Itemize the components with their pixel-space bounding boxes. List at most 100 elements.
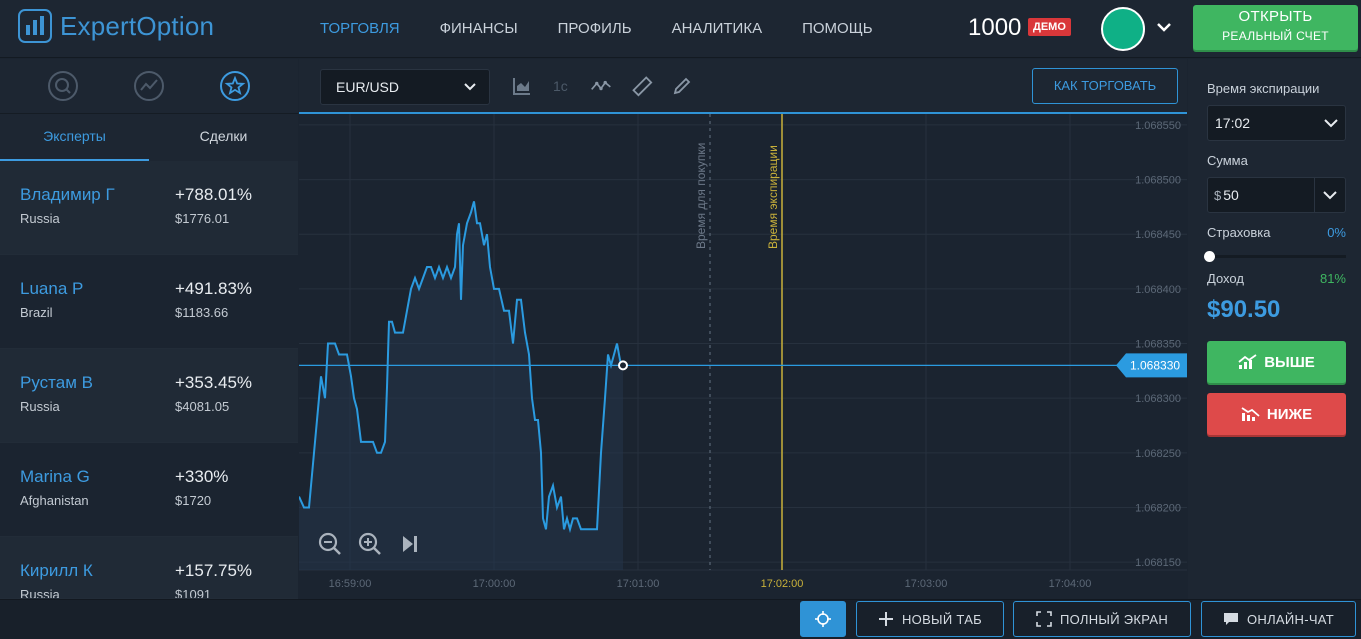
- skip-to-end-icon[interactable]: [397, 531, 423, 557]
- bottom-bar: НОВЫЙ ТАБ ПОЛНЫЙ ЭКРАН ОНЛАЙН-ЧАТ: [0, 599, 1361, 639]
- amount-dropdown[interactable]: [1315, 177, 1346, 213]
- online-chat-button[interactable]: ОНЛАЙН-ЧАТ: [1201, 601, 1356, 637]
- trend-down-icon: [1241, 407, 1260, 421]
- open-real-account-button[interactable]: ОТКРЫТЬ РЕАЛЬНЫЙ СЧЕТ: [1193, 5, 1358, 50]
- expert-percent: +330%: [175, 467, 229, 486]
- logo-icon: [18, 9, 52, 43]
- price-area: [299, 201, 623, 570]
- period-selector[interactable]: 1c: [553, 78, 568, 94]
- price-tick-label: 1.068250: [1135, 448, 1181, 460]
- expert-amount: $1776.01: [175, 211, 230, 226]
- nav-item-analytics[interactable]: АНАЛИТИКА: [652, 0, 782, 58]
- avatar[interactable]: [1101, 7, 1145, 51]
- time-tick-label: 17:04:00: [1049, 578, 1092, 590]
- current-price-value: 1.068330: [1130, 358, 1180, 372]
- fullscreen-label: ПОЛНЫЙ ЭКРАН: [1059, 611, 1169, 627]
- expert-percent: +788.01%: [175, 185, 253, 204]
- amount-input[interactable]: $50: [1207, 177, 1315, 213]
- expert-percent: +491.83%: [175, 279, 253, 298]
- nav-item-help[interactable]: ПОМОЩЬ: [782, 0, 893, 58]
- chart-area: EUR/USD 1c КАК ТОРГОВАТЬ Время для покуп…: [299, 59, 1187, 599]
- time-tick-label: 17:03:00: [905, 578, 948, 590]
- ruler-icon[interactable]: [631, 75, 653, 97]
- insurance-slider-track[interactable]: [1209, 255, 1346, 258]
- time-tick-label: 17:02:00: [761, 578, 804, 590]
- plus-icon: [878, 612, 893, 626]
- main-nav: ТОРГОВЛЯ ФИНАНСЫ ПРОФИЛЬ АНАЛИТИКА ПОМОЩ…: [300, 0, 893, 58]
- sidebar-icon-bar: [0, 59, 298, 114]
- price-axis-labels: 1.068550 1.068500 1.068450 1.068400 1.068350…: [1135, 120, 1181, 569]
- expert-percent: +353.45%: [175, 373, 253, 392]
- expert-name: Рустам В: [20, 373, 93, 392]
- logo[interactable]: ExpertOption: [18, 9, 214, 43]
- tab-deals[interactable]: Сделки: [149, 114, 298, 161]
- time-tick-label: 17:01:00: [617, 578, 660, 590]
- pencil-icon[interactable]: [671, 75, 693, 97]
- how-to-trade-button[interactable]: КАК ТОРГОВАТЬ: [1032, 68, 1178, 104]
- price-tick-label: 1.068500: [1135, 175, 1181, 187]
- list-item[interactable]: Владимир Г Russia +788.01% $1776.01: [0, 161, 298, 255]
- nav-item-profile[interactable]: ПРОФИЛЬ: [538, 0, 652, 58]
- higher-button[interactable]: ВЫШЕ: [1207, 341, 1346, 383]
- expert-amount: $1091: [175, 587, 212, 599]
- expert-country: Afghanistan: [20, 493, 89, 508]
- price-tick-label: 1.068450: [1135, 229, 1181, 241]
- brand-name: ExpertOption: [60, 10, 215, 41]
- time-tick-label: 17:00:00: [473, 578, 516, 590]
- nav-item-finance[interactable]: ФИНАНСЫ: [420, 0, 538, 58]
- indicators-icon[interactable]: [590, 75, 612, 97]
- search-chart-icon[interactable]: [47, 70, 79, 102]
- expiry-label: Время экспирации: [1207, 81, 1320, 96]
- trade-panel: Время экспирации 17:02 Сумма $50 Страхов…: [1188, 59, 1361, 599]
- lower-button[interactable]: НИЖЕ: [1207, 393, 1346, 435]
- expert-name: Кирилл К: [20, 561, 93, 580]
- expiration-time-label: Время экспирации: [766, 145, 780, 249]
- asset-select-value: EUR/USD: [336, 79, 400, 95]
- fullscreen-icon: [1036, 611, 1052, 627]
- app-root: ExpertOption ТОРГОВЛЯ ФИНАНСЫ ПРОФИЛЬ АН…: [0, 0, 1361, 639]
- price-chart[interactable]: Время для покупки Время экспирации 1.068…: [299, 114, 1187, 599]
- list-item[interactable]: Luana P Brazil +491.83% $1183.66: [0, 255, 298, 349]
- online-chat-label: ОНЛАЙН-ЧАТ: [1246, 611, 1335, 627]
- expiry-select[interactable]: 17:02: [1207, 105, 1346, 141]
- star-icon[interactable]: [219, 70, 251, 102]
- chevron-down-icon: [1323, 191, 1337, 200]
- current-price-tag: 1.068330: [1116, 353, 1187, 378]
- price-tick-label: 1.068350: [1135, 339, 1181, 351]
- income-label: Доход: [1207, 271, 1244, 286]
- list-item[interactable]: Marina G Afghanistan +330% $1720: [0, 443, 298, 537]
- expiry-value: 17:02: [1215, 115, 1251, 131]
- account-balance[interactable]: 1000: [968, 14, 1021, 42]
- new-tab-button[interactable]: НОВЫЙ ТАБ: [856, 601, 1004, 637]
- chat-icon: [1223, 613, 1238, 625]
- asset-select[interactable]: EUR/USD: [320, 69, 490, 105]
- chevron-down-icon[interactable]: [1155, 18, 1173, 36]
- zoom-out-icon[interactable]: [317, 531, 343, 557]
- center-chart-button[interactable]: [800, 601, 846, 637]
- expert-name: Luana P: [20, 279, 84, 298]
- zoom-in-icon[interactable]: [357, 531, 383, 557]
- current-price-dot: [618, 360, 628, 371]
- experts-sidebar: Эксперты Сделки Владимир Г Russia +788.0…: [0, 59, 298, 599]
- amount-control: $50: [1207, 177, 1346, 213]
- chart-type-icon[interactable]: [511, 75, 533, 97]
- insurance-slider-handle[interactable]: [1204, 251, 1215, 262]
- expert-amount: $1720: [175, 493, 212, 508]
- list-item[interactable]: Кирилл К Russia +157.75% $1091: [0, 537, 298, 599]
- tab-experts[interactable]: Эксперты: [0, 114, 149, 161]
- lower-button-label: НИЖЕ: [1266, 405, 1313, 423]
- chevron-down-icon: [1324, 119, 1338, 128]
- higher-button-label: ВЫШЕ: [1264, 353, 1315, 371]
- fullscreen-button[interactable]: ПОЛНЫЙ ЭКРАН: [1013, 601, 1191, 637]
- insurance-label: Страховка: [1207, 225, 1271, 240]
- list-item[interactable]: Рустам В Russia +353.45% $4081.05: [0, 349, 298, 443]
- expert-name: Marina G: [20, 467, 90, 486]
- expert-name: Владимир Г: [20, 185, 115, 204]
- zoom-controls: [317, 531, 423, 557]
- open-real-line2: РЕАЛЬНЫЙ СЧЕТ: [1222, 29, 1329, 43]
- chart-toolbar: EUR/USD 1c КАК ТОРГОВАТЬ: [299, 59, 1187, 114]
- group-chart-icon[interactable]: [133, 70, 165, 102]
- amount-value: 50: [1223, 187, 1239, 203]
- nav-item-trading[interactable]: ТОРГОВЛЯ: [300, 0, 420, 58]
- open-real-line1: ОТКРЫТЬ: [1238, 8, 1313, 25]
